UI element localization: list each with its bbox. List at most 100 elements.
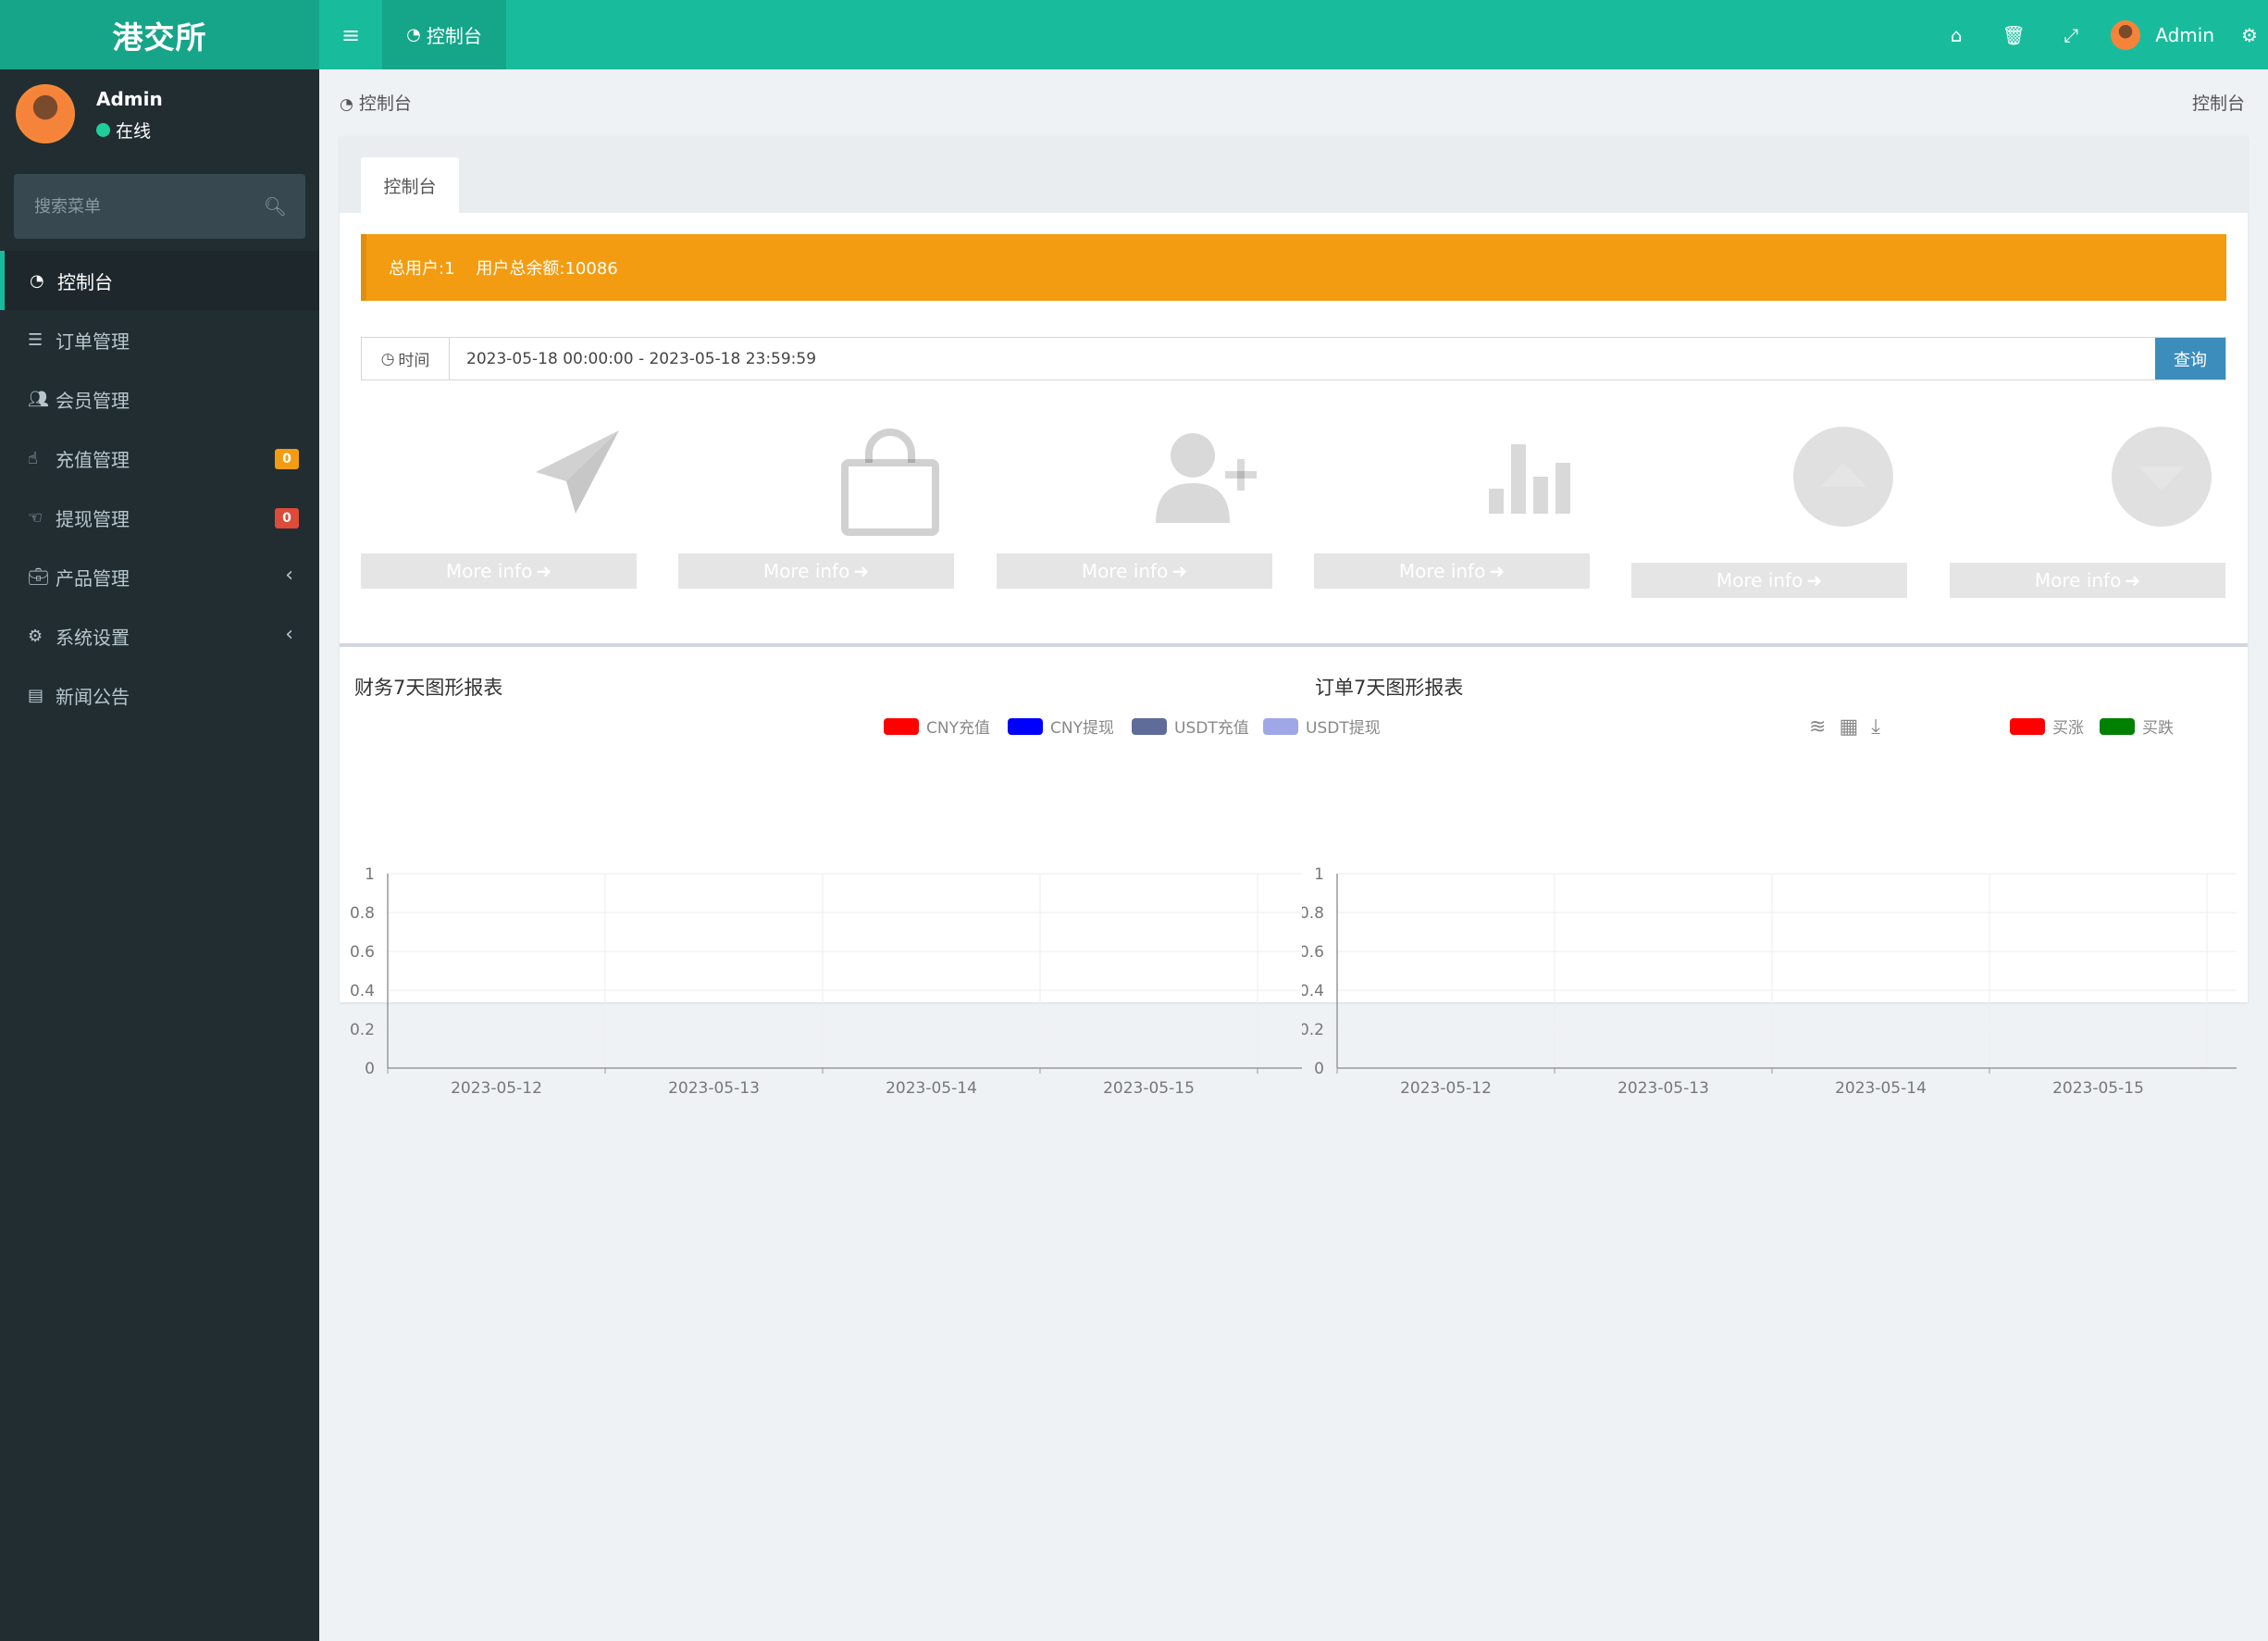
x-tick-label: 2023-05-12	[1400, 1079, 1492, 1098]
y-tick-label: 1	[1314, 865, 1324, 884]
y-tick-label: 0.8	[1302, 904, 1324, 923]
avatar	[16, 84, 75, 143]
sidebar-item-label: 提现管理	[56, 507, 130, 530]
clock-icon: ◷	[380, 349, 395, 368]
cogs-icon[interactable]: ⚙	[2231, 24, 2268, 46]
stat-label: 今日提现	[1964, 511, 2053, 537]
stat-cny: CNY: 0	[1646, 437, 1728, 460]
more-info-link[interactable]: More info ➜	[1950, 563, 2225, 598]
more-info-link[interactable]: More info ➜	[1314, 553, 1590, 589]
more-info-label: More info	[1081, 560, 1169, 582]
sidebar-item-members[interactable]: 👥︎ 会员管理	[0, 369, 319, 429]
y-tick-label: 0.4	[1302, 982, 1324, 1001]
more-info-link[interactable]: More info ➜	[678, 553, 954, 589]
avatar	[2111, 19, 2141, 50]
more-info-label: More info	[762, 560, 850, 582]
y-tick-label: 0	[1314, 1060, 1324, 1078]
user-menu[interactable]: Admin	[2111, 19, 2214, 50]
arrow-circle-right-icon: ➜	[2125, 569, 2141, 591]
home-icon[interactable]: ⌂	[1927, 24, 1985, 46]
x-tick-label: 2023-05-14	[1835, 1079, 1927, 1098]
time-label: ◷ 时间	[362, 338, 450, 379]
user-menu-name: Admin	[2155, 23, 2214, 46]
search-icon[interactable]: 🔍︎	[264, 195, 287, 218]
sidebar-item-label: 控制台	[57, 270, 113, 293]
more-info-link[interactable]: More info ➜	[1631, 563, 1907, 598]
query-button[interactable]: 查询	[2155, 338, 2225, 379]
stat-label: 今日盈亏	[1329, 503, 1414, 527]
sidebar-item-orders[interactable]: ☰ 订单管理	[0, 310, 319, 369]
more-info-link[interactable]: More info ➜	[361, 553, 637, 589]
summary-alert: 总用户:1 用户总余额:10086	[361, 234, 2226, 301]
recharge-count-badge: 0	[275, 449, 299, 469]
sidebar-item-news[interactable]: ▤ 新闻公告	[0, 665, 319, 725]
section-divider	[340, 643, 2248, 647]
navbar-right: ⌂ 🗑︎ ⤢ Admin ⚙	[1927, 0, 2268, 69]
sidebar-item-products[interactable]: 💼︎ 产品管理 ‹	[0, 547, 319, 606]
panel-tabs: 控制台	[340, 136, 2248, 213]
briefcase-icon: 💼︎	[28, 566, 49, 587]
page-title: ◔ 控制台	[340, 90, 412, 115]
page-title-label: 控制台	[358, 93, 412, 114]
stat-label: 今日注册	[1011, 503, 1097, 527]
arrow-circle-right-icon: ➜	[536, 560, 552, 582]
hand-point-left-icon: ☜	[28, 507, 43, 528]
y-tick-label: 0.8	[350, 904, 375, 923]
menu-search-input[interactable]	[32, 195, 264, 218]
more-info-link[interactable]: More info ➜	[997, 553, 1272, 589]
sidebar-item-label: 新闻公告	[56, 685, 130, 708]
y-tick-label: 1	[365, 865, 375, 884]
fullscreen-icon[interactable]: ⤢	[2042, 24, 2100, 46]
top-navbar: ≡ ◔ 控制台 ⌂ 🗑︎ ⤢ Admin ⚙	[319, 0, 2268, 69]
stat-box-online: 0 在线人数 More info ➜	[361, 413, 637, 589]
y-tick-label: 0.2	[350, 1021, 375, 1039]
date-range-input[interactable]: 2023-05-18 00:00:00 - 2023-05-18 23:59:5…	[450, 338, 2155, 379]
arrow-down-circle-icon	[2111, 426, 2212, 531]
more-info-label: More info	[1716, 569, 1803, 591]
paper-plane-icon	[531, 426, 624, 522]
hand-pointer-icon: ☝	[28, 448, 38, 468]
dashboard-panel: 控制台 总用户:1 用户总余额:10086 ◷ 时间 2023-05-18 00…	[340, 136, 2248, 1098]
stat-value: 0	[1329, 424, 1368, 489]
sidebar-menu: ◔ 控制台 ☰ 订单管理 👥︎ 会员管理 ☝ 充值管理 0 ☜ 提现管理 0 💼…	[0, 251, 319, 725]
app-logo[interactable]: 港交所	[0, 0, 319, 69]
stat-box-register: 0 今日注册 More info ➜	[997, 413, 1272, 589]
tab-dashboard-label: 控制台	[426, 25, 482, 47]
chevron-left-icon: ‹	[285, 623, 293, 646]
stat-cny: CNY: 0	[1964, 437, 2046, 460]
stat-label: 今日订单	[693, 503, 778, 527]
stat-label: 在线人数	[376, 503, 461, 527]
sidebar-item-label: 会员管理	[56, 389, 130, 412]
sidebar-item-label: 系统设置	[56, 626, 130, 649]
menu-search: 🔍︎	[14, 174, 305, 239]
sidebar-item-withdraw[interactable]: ☜ 提现管理 0	[0, 488, 319, 547]
x-tick-label: 2023-05-15	[1103, 1079, 1195, 1098]
more-info-label: More info	[445, 560, 533, 582]
y-tick-label: 0.2	[1302, 1021, 1324, 1039]
list-icon: ☰	[28, 329, 43, 350]
order-chart-title: 订单7天图形报表	[1315, 677, 1464, 699]
x-tick-label: 2023-05-13	[668, 1079, 760, 1098]
newspaper-icon: ▤	[28, 685, 44, 705]
sidebar-item-dashboard[interactable]: ◔ 控制台	[0, 251, 319, 310]
user-status: 在线	[96, 118, 151, 143]
y-tick-label: 0.6	[350, 943, 375, 962]
user-plus-icon	[1148, 426, 1259, 531]
more-info-label: More info	[1398, 560, 1486, 582]
breadcrumb[interactable]: 控制台	[2192, 90, 2245, 115]
tab-dashboard[interactable]: ◔ 控制台	[382, 0, 506, 69]
tab-dashboard-panel[interactable]: 控制台	[361, 157, 459, 213]
online-dot-icon	[96, 123, 110, 137]
stat-box-orders: 0 今日订单 More info ➜	[678, 413, 954, 589]
trash-icon[interactable]: 🗑︎	[1985, 24, 2042, 46]
sidebar-item-settings[interactable]: ⚙ 系统设置 ‹	[0, 606, 319, 665]
bar-chart-icon	[1484, 426, 1577, 522]
sidebar-toggle-icon[interactable]: ≡	[319, 0, 382, 69]
sidebar-item-recharge[interactable]: ☝ 充值管理 0	[0, 429, 319, 488]
finance-chart-title: 财务7天图形报表	[354, 677, 503, 699]
user-panel: Admin 在线	[0, 69, 319, 171]
stat-value: 0	[376, 424, 415, 489]
arrow-circle-right-icon: ➜	[1806, 569, 1823, 591]
finance-chart: 0 0.2 0.4 0.6 0.8 1 2023-05-12 2023-05-13 2023-0…	[350, 865, 1302, 1098]
stat-value: 0	[1011, 424, 1050, 489]
